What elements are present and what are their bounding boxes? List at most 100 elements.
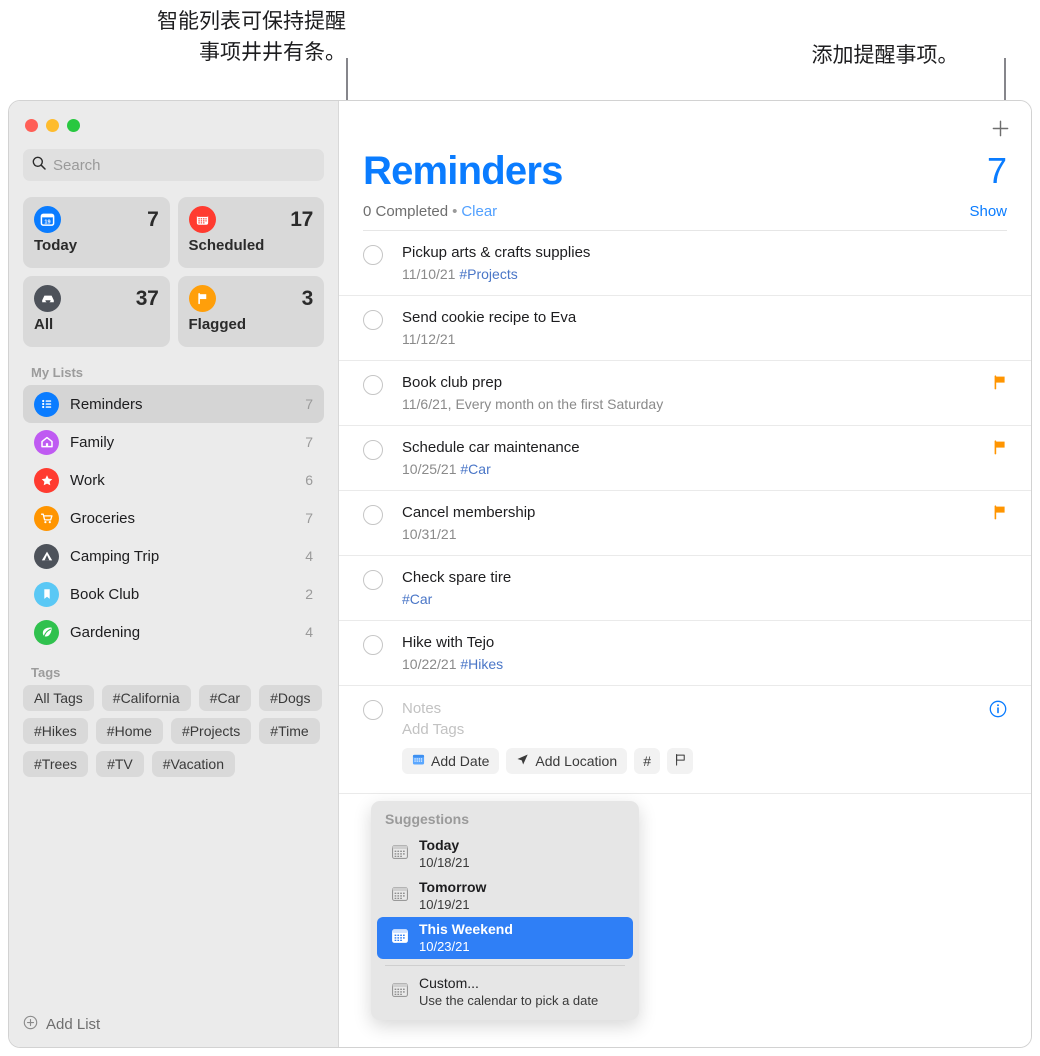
sidebar-item-camping-trip[interactable]: Camping Trip 4	[23, 537, 324, 575]
complete-checkbox[interactable]	[363, 570, 383, 590]
table-row[interactable]: Book club prep 11/6/21, Every month on t…	[339, 361, 1031, 426]
complete-checkbox[interactable]	[363, 310, 383, 330]
close-button[interactable]	[25, 119, 38, 132]
table-row[interactable]: Hike with Tejo 10/22/21 #Hikes	[339, 621, 1031, 686]
location-arrow-icon	[516, 753, 529, 769]
complete-checkbox[interactable]	[363, 375, 383, 395]
tag-chip-trees[interactable]: #Trees	[23, 751, 89, 777]
reminder-tag[interactable]: #Car	[402, 591, 432, 607]
complete-checkbox[interactable]	[363, 505, 383, 525]
minimize-button[interactable]	[46, 119, 59, 132]
add-date-button[interactable]: Add Date	[402, 748, 500, 774]
reminder-title: Schedule car maintenance	[402, 439, 580, 456]
tent-icon	[34, 543, 59, 569]
sidebar-item-groceries[interactable]: Groceries 7	[23, 499, 324, 537]
suggestion-title: Custom...	[419, 975, 479, 991]
reminder-tag[interactable]: #Car	[460, 461, 490, 477]
tag-chip-projects[interactable]: #Projects	[170, 718, 252, 744]
tag-chip-vacation[interactable]: #Vacation	[151, 751, 235, 777]
table-row[interactable]: Cancel membership 10/31/21	[339, 491, 1031, 556]
calendar-small-icon	[391, 927, 409, 950]
sidebar-item-gardening[interactable]: Gardening 4	[23, 613, 324, 651]
callout-left-text: 智能列表可保持提醒 事项井井有条。	[157, 10, 346, 64]
flag-icon	[188, 285, 216, 312]
bulleted-list-icon	[34, 391, 59, 417]
table-row[interactable]: Send cookie recipe to Eva 11/12/21	[339, 296, 1031, 361]
reminder-tag[interactable]: #Projects	[459, 266, 517, 282]
sidebar-item-label: Reminders	[70, 395, 143, 413]
tag-chip-dogs[interactable]: #Dogs	[259, 685, 322, 711]
add-list-label: Add List	[46, 1015, 101, 1033]
tag-chip-car[interactable]: #Car	[198, 685, 252, 711]
sidebar-item-count: 7	[305, 434, 313, 450]
calendar-day-icon: 19	[34, 206, 61, 233]
complete-checkbox[interactable]	[363, 440, 383, 460]
suggestion-subtitle: 10/19/21	[419, 897, 470, 912]
suggestion-subtitle: Use the calendar to pick a date	[419, 993, 599, 1008]
smart-list-count: 17	[290, 207, 313, 231]
suggestion-subtitle: 10/23/21	[419, 939, 470, 954]
date-suggestions-popover: Suggestions Today 10/18/21 Tomorrow 10/1…	[371, 801, 639, 1020]
reminder-date: 10/22/21	[402, 656, 457, 672]
sidebar-item-label: Groceries	[70, 509, 136, 527]
smart-list-today[interactable]: 19 7 Today	[23, 197, 170, 268]
smart-list-count: 37	[135, 286, 159, 310]
sidebar-item-work[interactable]: Work 6	[23, 461, 324, 499]
add-tags-placeholder[interactable]: Add Tags	[402, 719, 989, 740]
complete-checkbox[interactable]	[363, 635, 383, 655]
suggestion-custom[interactable]: Custom... Use the calendar to pick a dat…	[377, 971, 633, 1013]
add-list-button[interactable]: Add List	[9, 1001, 338, 1047]
my-lists-section: My Lists Reminders 7 Family 7 Work 6 Gro…	[9, 351, 338, 651]
table-row[interactable]: Schedule car maintenance 10/25/21 #Car	[339, 426, 1031, 491]
maximize-button[interactable]	[67, 119, 80, 132]
new-reminder-editor[interactable]: Notes Add Tags Add Date Add Location #	[339, 686, 1031, 794]
search-field[interactable]	[23, 149, 324, 181]
smart-list-label: Flagged	[188, 316, 247, 333]
add-tag-button[interactable]: #	[634, 748, 661, 774]
tags-header: Tags	[31, 665, 61, 680]
cart-icon	[34, 505, 59, 531]
complete-checkbox[interactable]	[363, 700, 383, 720]
suggestion-title: Tomorrow	[419, 879, 487, 895]
sidebar-item-family[interactable]: Family 7	[23, 423, 324, 461]
reminder-tag[interactable]: #Hikes	[460, 656, 503, 672]
smart-list-flagged[interactable]: 3 Flagged	[177, 276, 324, 347]
reminder-date: 11/12/21	[402, 331, 456, 347]
smart-list-count: 3	[301, 286, 314, 310]
flag-toggle-button[interactable]	[667, 748, 694, 774]
tag-chip-all-tags[interactable]: All Tags	[23, 685, 94, 711]
suggestion-tomorrow[interactable]: Tomorrow 10/19/21	[377, 875, 633, 917]
tag-chip-tv[interactable]: #TV	[96, 751, 144, 777]
tag-chip-hikes[interactable]: #Hikes	[23, 718, 88, 744]
show-completed-button[interactable]: Show	[969, 203, 1007, 220]
table-row[interactable]: Pickup arts & crafts supplies 11/10/21 #…	[339, 231, 1031, 296]
suggestion-this-weekend[interactable]: This Weekend 10/23/21	[377, 917, 633, 959]
complete-checkbox[interactable]	[363, 245, 383, 265]
flag-icon[interactable]	[993, 375, 1007, 395]
tag-chip-california[interactable]: #California	[101, 685, 191, 711]
flag-icon[interactable]	[993, 440, 1007, 460]
notes-placeholder[interactable]: Notes	[402, 698, 989, 719]
reminder-date: 10/25/21	[402, 461, 457, 477]
suggestion-today[interactable]: Today 10/18/21	[377, 833, 633, 875]
suggestion-title: This Weekend	[419, 921, 513, 937]
table-row[interactable]: Check spare tire #Car	[339, 556, 1031, 621]
callout-right-text: 添加提醒事项。	[811, 44, 959, 67]
clear-completed-button[interactable]: Clear	[461, 203, 497, 220]
svg-text:19: 19	[44, 219, 50, 225]
reminder-title: Send cookie recipe to Eva	[402, 309, 577, 326]
plus-circle-icon	[23, 1015, 38, 1034]
smart-list-scheduled[interactable]: 17 Scheduled	[177, 197, 324, 268]
sidebar-item-count: 7	[305, 510, 313, 526]
calendar-small-icon	[391, 843, 409, 866]
sidebar-item-reminders[interactable]: Reminders 7	[23, 385, 324, 423]
info-circle-icon[interactable]	[989, 700, 1007, 723]
search-input[interactable]	[53, 156, 315, 174]
flag-icon[interactable]	[993, 505, 1007, 525]
tag-chip-time[interactable]: #Time	[259, 718, 320, 744]
sidebar-item-count: 4	[305, 624, 313, 640]
sidebar-item-book-club[interactable]: Book Club 2	[23, 575, 324, 613]
smart-list-all[interactable]: 37 All	[23, 276, 170, 347]
tag-chip-home[interactable]: #Home	[95, 718, 163, 744]
add-location-button[interactable]: Add Location	[506, 748, 628, 774]
